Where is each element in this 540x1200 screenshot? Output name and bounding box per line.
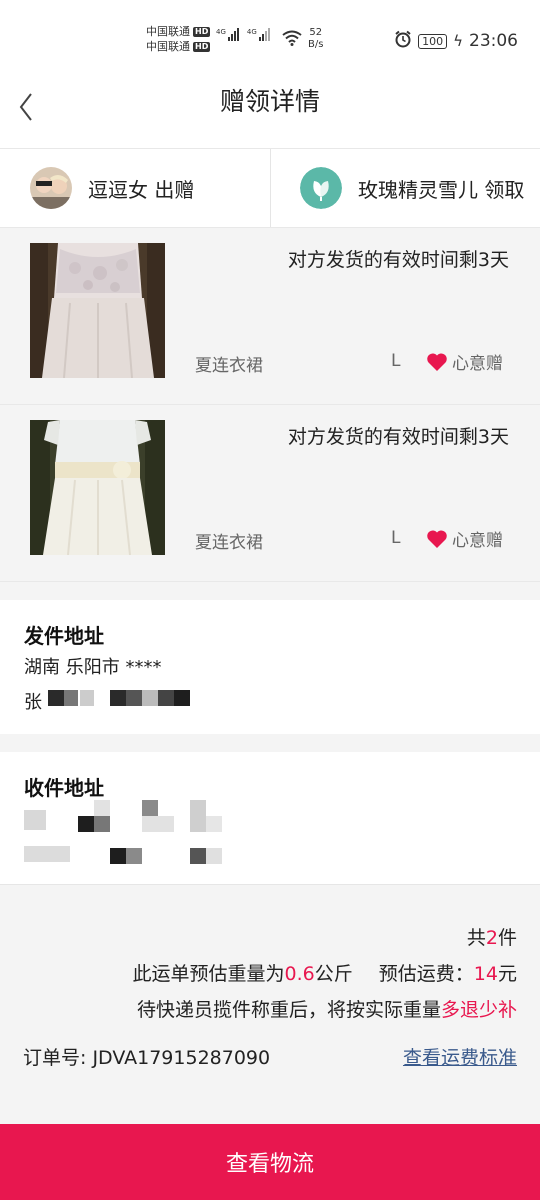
receiver-address-section: 收件地址 [0, 752, 540, 884]
privacy-mask [190, 848, 206, 864]
hd-badge: HD [193, 41, 211, 52]
fee-value: 14 [473, 963, 498, 985]
parties-bar: 逗逗女 出赠 玫瑰精灵雪儿 领取 [0, 148, 540, 228]
privacy-mask [206, 816, 222, 832]
divider [270, 149, 271, 227]
clock: 23:06 [469, 31, 518, 51]
page-title: 赠领详情 [219, 87, 320, 116]
weight-value: 0.6 [284, 963, 315, 985]
gift-type-label: 心意赠 [452, 531, 503, 551]
view-logistics-button[interactable]: 查看物流 [0, 1124, 540, 1200]
privacy-mask [174, 690, 190, 706]
sender-address-section: 发件地址 湖南 乐阳市 **** 张 [0, 600, 540, 734]
item-size: L [391, 528, 401, 548]
privacy-mask [94, 800, 110, 816]
privacy-mask [24, 810, 46, 830]
wifi-icon [282, 30, 302, 51]
giver-name: 逗逗女 出赠 [88, 177, 195, 202]
battery-icon: 100 [418, 33, 448, 49]
alarm-icon [394, 30, 412, 52]
status-right: 100 ϟ 23:06 [394, 30, 518, 52]
signal-icon: 4G [216, 28, 239, 41]
item-card[interactable]: 对方发货的有效时间剩3天 夏连衣裙 L 心意赠 [0, 405, 540, 582]
gift-type: 心意赠 [426, 349, 503, 374]
item-category: 夏连衣裙 [195, 356, 263, 376]
privacy-mask [158, 690, 174, 706]
weight-note: 待快递员揽件称重后，将按实际重量多退少补 [136, 999, 517, 1021]
privacy-mask [64, 690, 78, 706]
item-card[interactable]: 对方发货的有效时间剩3天 夏连衣裙 L 心意赠 [0, 228, 540, 405]
privacy-mask [126, 690, 142, 706]
giver-info[interactable]: 逗逗女 出赠 [30, 149, 194, 227]
item-category: 夏连衣裙 [195, 533, 263, 553]
privacy-mask [24, 846, 70, 862]
item-count: 共2件 [466, 927, 517, 949]
fee-standard-link[interactable]: 查看运费标准 [403, 1043, 517, 1070]
carrier-info: 中国联通 HD 中国联通 HD [146, 24, 211, 54]
status-bar: 中国联通 HD 中国联通 HD 4G 4G 52 B/s 100 ϟ 23:06 [0, 0, 540, 72]
sender-address-line: 湖南 乐阳市 **** [24, 657, 162, 678]
carrier-2: 中国联通 [146, 40, 190, 53]
sender-name-line: 张 [24, 692, 42, 713]
network-speed: 52 B/s [308, 27, 324, 50]
gift-type-label: 心意赠 [452, 354, 503, 374]
page-header: 赠领详情 [0, 72, 540, 148]
item-size: L [391, 351, 401, 371]
privacy-mask [126, 848, 142, 864]
charging-icon: ϟ [453, 32, 463, 50]
privacy-mask [110, 848, 126, 864]
sender-address-label: 发件地址 [24, 624, 104, 648]
receiver-info[interactable]: 玫瑰精灵雪儿 领取 [300, 149, 524, 227]
order-summary: 共2件 此运单预估重量为0.6公斤 预估运费：14元 待快递员揽件称重后，将按实… [0, 884, 540, 1124]
privacy-mask [80, 690, 94, 706]
privacy-mask [142, 690, 158, 706]
receiver-name: 玫瑰精灵雪儿 领取 [358, 177, 525, 202]
privacy-mask [206, 848, 222, 864]
privacy-mask [78, 816, 94, 832]
privacy-mask [190, 800, 206, 832]
carrier-1: 中国联通 [146, 25, 190, 38]
signal-icons: 4G 4G [216, 28, 270, 41]
heart-icon [427, 352, 447, 371]
privacy-mask [94, 816, 110, 832]
ship-deadline: 对方发货的有效时间剩3天 [287, 426, 509, 448]
giver-avatar[interactable] [30, 167, 72, 209]
gift-type: 心意赠 [426, 526, 503, 551]
heart-icon [427, 529, 447, 548]
item-photo[interactable] [30, 243, 165, 379]
receiver-avatar[interactable] [300, 167, 342, 209]
privacy-mask [142, 800, 158, 816]
hd-badge: HD [193, 26, 211, 37]
signal-icon: 4G [247, 28, 270, 41]
privacy-mask [110, 690, 126, 706]
weight-fee-line: 此运单预估重量为0.6公斤 预估运费：14元 [132, 963, 517, 985]
privacy-mask [142, 816, 174, 832]
ship-deadline: 对方发货的有效时间剩3天 [287, 249, 509, 271]
receiver-address-label: 收件地址 [24, 776, 104, 800]
item-photo[interactable] [30, 420, 165, 556]
order-number: 订单号: JDVA17915287090 [23, 1047, 271, 1069]
